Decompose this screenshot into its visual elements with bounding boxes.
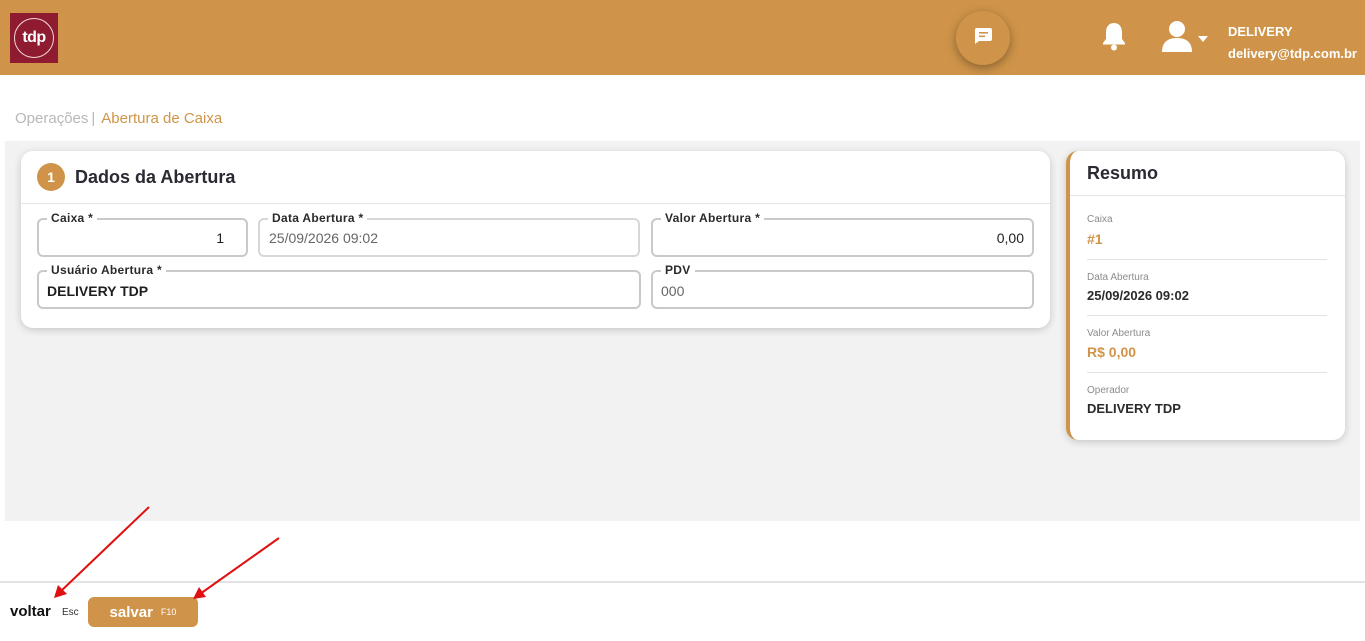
caixa-field[interactable]: Caixa * 1 bbox=[37, 211, 248, 257]
chevron-down-icon bbox=[1198, 29, 1208, 47]
usuario-abertura-field[interactable]: Usuário Abertura * DELIVERY TDP bbox=[37, 263, 641, 309]
data-abertura-value: 25/09/2026 09:02 bbox=[269, 230, 378, 246]
summary-card: Resumo Caixa #1 Data Abertura 25/09/2026… bbox=[1066, 151, 1345, 440]
data-abertura-label: Data Abertura * bbox=[268, 211, 368, 225]
top-header: tdp DELIVERY delivery@tdp.com.br bbox=[0, 0, 1365, 75]
user-menu-button[interactable] bbox=[1160, 20, 1208, 56]
usuario-abertura-label: Usuário Abertura * bbox=[47, 263, 166, 277]
back-button[interactable]: voltar bbox=[10, 603, 51, 620]
breadcrumb-root[interactable]: Operações bbox=[15, 110, 88, 127]
data-abertura-field[interactable]: Data Abertura * 25/09/2026 09:02 bbox=[258, 211, 640, 257]
chat-button[interactable] bbox=[956, 11, 1010, 65]
summary-divider bbox=[1087, 372, 1327, 373]
usuario-abertura-value: DELIVERY TDP bbox=[47, 283, 149, 299]
caixa-value: 1 bbox=[216, 230, 224, 246]
summary-caixa-label: Caixa bbox=[1087, 214, 1113, 225]
notifications-button[interactable] bbox=[1099, 22, 1129, 54]
pdv-field[interactable]: PDV 000 bbox=[651, 263, 1034, 309]
footer-divider bbox=[0, 581, 1365, 583]
summary-title: Resumo bbox=[1087, 163, 1159, 183]
save-shortcut-hint: F10 bbox=[160, 607, 177, 617]
chat-icon bbox=[973, 26, 993, 51]
valor-abertura-label: Valor Abertura * bbox=[661, 211, 765, 225]
logo-mark: tdp bbox=[14, 18, 54, 58]
summary-divider bbox=[1087, 259, 1327, 260]
step-badge: 1 bbox=[37, 163, 65, 191]
arrow-to-save-button bbox=[193, 537, 280, 599]
card-title: Dados da Abertura bbox=[75, 166, 236, 187]
breadcrumb-separator: | bbox=[91, 110, 96, 127]
user-name: DELIVERY bbox=[1228, 24, 1293, 39]
summary-caixa-value: #1 bbox=[1087, 231, 1103, 247]
breadcrumb-current: Abertura de Caixa bbox=[101, 110, 223, 127]
summary-divider bbox=[1087, 315, 1327, 316]
summary-valor-label: Valor Abertura bbox=[1087, 328, 1151, 339]
breadcrumb: Operações | Abertura de Caixa bbox=[15, 110, 222, 127]
summary-operador-value: DELIVERY TDP bbox=[1087, 401, 1181, 416]
caixa-label: Caixa * bbox=[47, 211, 98, 225]
company-logo[interactable]: tdp bbox=[10, 13, 58, 63]
save-button[interactable]: salvar F10 bbox=[88, 597, 198, 627]
summary-valor-value: R$ 0,00 bbox=[1087, 344, 1137, 360]
user-avatar-icon bbox=[1160, 19, 1194, 58]
opening-data-card: 1 Dados da Abertura Caixa * 1 Data Abert… bbox=[21, 151, 1050, 328]
valor-abertura-value: 0,00 bbox=[996, 230, 1024, 246]
bell-icon bbox=[1100, 21, 1128, 56]
summary-data-value: 25/09/2026 09:02 bbox=[1087, 288, 1189, 303]
pdv-value: 000 bbox=[661, 283, 685, 299]
valor-abertura-field[interactable]: Valor Abertura * 0,00 bbox=[651, 211, 1034, 257]
pdv-label: PDV bbox=[661, 263, 695, 277]
summary-data-label: Data Abertura bbox=[1087, 272, 1149, 283]
card-header: 1 Dados da Abertura bbox=[21, 151, 1050, 204]
summary-divider bbox=[1070, 195, 1345, 196]
logo-text: tdp bbox=[22, 29, 46, 46]
back-shortcut-hint: Esc bbox=[62, 607, 79, 618]
summary-operador-label: Operador bbox=[1087, 385, 1130, 396]
user-email: delivery@tdp.com.br bbox=[1228, 46, 1357, 61]
save-button-label: salvar bbox=[109, 603, 153, 621]
